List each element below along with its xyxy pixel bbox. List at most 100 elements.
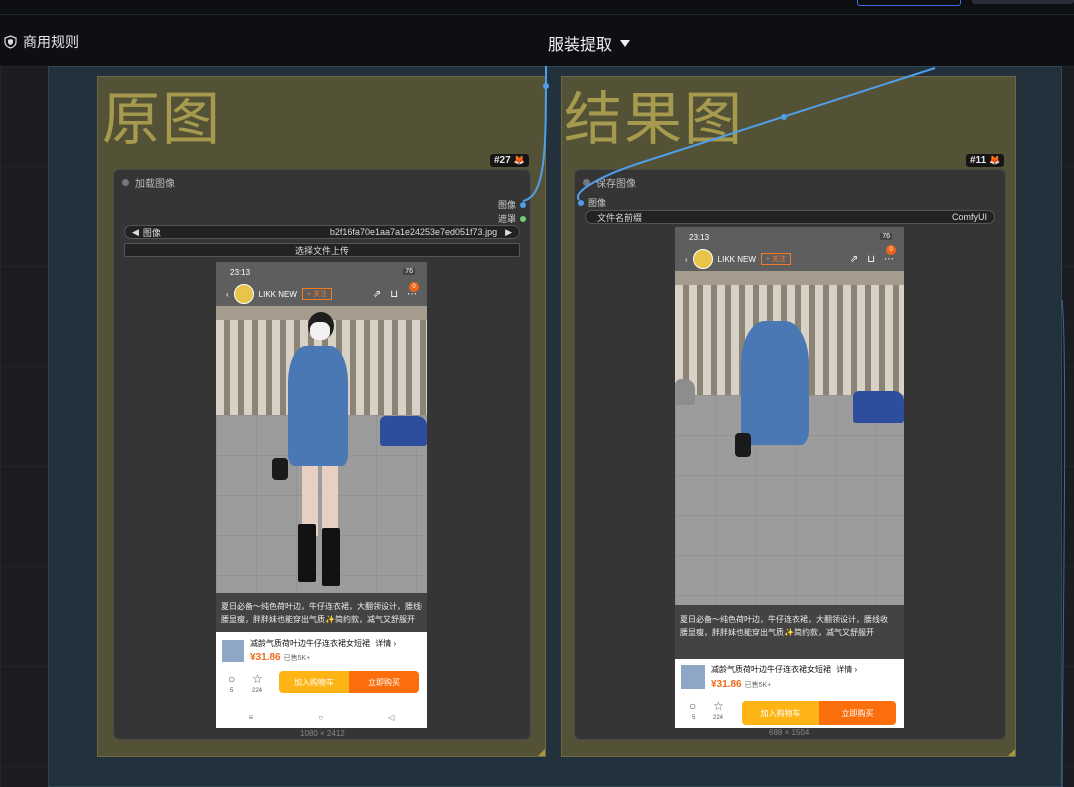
top-filled-button[interactable] xyxy=(972,0,1074,4)
share-icon: ⇗ xyxy=(372,288,382,300)
product-price-row: ¥31.86 已售5K+ xyxy=(711,679,771,690)
top-outline-button[interactable] xyxy=(857,0,961,6)
product-thumbnail xyxy=(222,640,244,662)
product-title-row: 减龄气质荷叶边牛仔连衣裙女短裙 详情 › xyxy=(250,638,396,649)
add-to-cart-button: 加入购物车 xyxy=(742,701,819,725)
node-id-badge: #27 🦊 xyxy=(490,154,529,167)
more-icon: ⋯ xyxy=(884,253,894,265)
product-details: 详情 › xyxy=(375,639,397,648)
phone-app-bar: ‹ LIKK NEW + 关注 ⇗ ⊔ ⋯ xyxy=(226,284,417,304)
cart-icon: ⊔ xyxy=(867,253,875,265)
input-image-port[interactable]: 图像 xyxy=(578,196,606,209)
node-id: #27 xyxy=(494,155,511,166)
output-image-label: 图像 xyxy=(497,200,516,210)
caption-line-2: 腰显瘦，胖胖妹也能穿出气质✨简约款，减气又舒服开 xyxy=(221,615,415,624)
workflow-title: 服装提取 xyxy=(548,37,613,54)
commercial-rules-label: 商用规则 xyxy=(23,34,79,50)
image-widget-label: 图像 xyxy=(142,227,161,238)
shield-icon xyxy=(4,35,17,49)
cart-count-badge: 0 xyxy=(409,282,419,292)
collapse-dot-icon[interactable] xyxy=(122,179,129,186)
product-title: 减龄气质荷叶边牛仔连衣裙女短裙 xyxy=(250,639,370,648)
commercial-rules-link[interactable]: 商用规则 xyxy=(4,32,79,52)
port-dot-icon[interactable] xyxy=(578,199,584,206)
product-title-row: 减龄气质荷叶边牛仔连衣裙女短裙 详情 › xyxy=(711,664,857,675)
phone-battery: 76 xyxy=(403,268,415,275)
filename-prefix-widget[interactable]: 文件名前缀 ComfyUI xyxy=(585,210,995,224)
port-dot-icon[interactable] xyxy=(520,201,526,208)
image-widget-value: b2f16fa70e1aa7a1e24253e7ed051f73.jpg xyxy=(329,227,498,237)
cart-count-badge: 0 xyxy=(886,245,896,255)
prefix-value: ComfyUI xyxy=(951,212,987,222)
fox-icon: 🦊 xyxy=(989,155,1001,165)
follow-button: + 关注 xyxy=(760,253,791,265)
save-image-node[interactable]: 保存图像 图像 文件名前缀 ComfyUI 23:13 76 ‹ LIKK NE… xyxy=(574,169,1006,740)
product-details: 详情 › xyxy=(836,665,858,674)
upload-button[interactable]: 选择文件上传 xyxy=(124,243,520,257)
product-sold: 已售5K+ xyxy=(744,682,772,689)
favorite-count: 224 xyxy=(713,715,724,721)
back-icon: ‹ xyxy=(226,289,229,299)
port-dot-icon[interactable] xyxy=(520,215,526,222)
product-price-row: ¥31.86 已售5K+ xyxy=(250,652,310,663)
comment-count: 5 xyxy=(230,688,234,694)
node-title: 加载图像 xyxy=(135,179,175,190)
phone-time: 23:13 xyxy=(230,268,251,277)
phone-battery: 76 xyxy=(880,233,892,240)
collapse-dot-icon[interactable] xyxy=(583,179,590,186)
post-caption: 夏日必备～纯色荷叶边，牛仔连衣裙，大翻领设计，腰线收 腰显瘦，胖胖妹也能穿出气质… xyxy=(216,593,427,633)
comment-icon: ○ xyxy=(689,699,697,713)
product-sold: 已售5K+ xyxy=(283,655,311,662)
top-bar: 商用规则 服装提取 xyxy=(0,0,1074,67)
caption-line-1: 夏日必备～纯色荷叶边，牛仔连衣裙，大翻领设计，腰线收 xyxy=(680,615,888,624)
load-image-node[interactable]: 加载图像 图像 遮罩 ◀ 图像 b2f16fa70e1aa7a1e24253e7… xyxy=(113,169,531,740)
node-title: 保存图像 xyxy=(596,179,636,190)
node-id: #11 xyxy=(970,155,987,166)
shop-name: LIKK NEW xyxy=(258,289,297,299)
product-card: 减龄气质荷叶边牛仔连衣裙女短裙 详情 › ¥31.86 已售5K+ ○ 5 ☆ 2… xyxy=(675,659,904,728)
back-icon: ‹ xyxy=(685,254,688,264)
preview-image-original: 23:13 76 ‹ LIKK NEW + 关注 ⇗ ⊔ ⋯ 0 夏日必备～纯色荷叶… xyxy=(216,262,427,728)
input-image-label: 图像 xyxy=(588,198,607,208)
favorite-count: 224 xyxy=(252,688,263,694)
product-price: ¥31.86 xyxy=(711,679,742,690)
output-image-port[interactable]: 图像 xyxy=(498,198,526,211)
add-to-cart-button: 加入购物车 xyxy=(279,671,349,693)
group-title-result: 结果图 xyxy=(564,87,745,152)
favorite-icon: ☆ xyxy=(252,672,263,686)
product-price: ¥31.86 xyxy=(250,652,281,663)
product-thumbnail xyxy=(681,665,705,689)
comment-icon: ○ xyxy=(228,672,236,686)
phone-app-bar: ‹ LIKK NEW + 关注 ⇗ ⊔ ⋯ xyxy=(685,249,894,269)
workflow-selector[interactable]: 服装提取 xyxy=(548,31,631,55)
image-combo-widget[interactable]: ◀ 图像 b2f16fa70e1aa7a1e24253e7ed051f73.jp… xyxy=(124,225,520,239)
fox-icon: 🦊 xyxy=(513,155,525,165)
phone-nav-bar: ≡ ○ ◁ xyxy=(216,713,427,722)
shop-avatar xyxy=(233,284,254,304)
phone-time: 23:13 xyxy=(689,233,710,242)
image-dimensions: 1080 × 2412 xyxy=(300,729,345,738)
comment-count: 5 xyxy=(692,715,696,721)
product-title: 减龄气质荷叶边牛仔连衣裙女短裙 xyxy=(711,665,831,674)
buy-now-button: 立即购买 xyxy=(349,671,419,693)
favorite-icon: ☆ xyxy=(713,699,724,713)
preview-image-result: 23:13 76 ‹ LIKK NEW + 关注 ⇗ ⊔ ⋯ 0 夏日必备～纯色荷叶… xyxy=(675,227,904,728)
output-mask-port[interactable]: 遮罩 xyxy=(498,212,526,225)
output-mask-label: 遮罩 xyxy=(497,214,516,224)
combo-right-arrow-icon[interactable]: ▶ xyxy=(505,227,512,238)
caret-down-icon xyxy=(620,39,631,47)
shop-name: LIKK NEW xyxy=(717,254,756,264)
node-header[interactable]: 保存图像 xyxy=(583,175,636,190)
prefix-label: 文件名前缀 xyxy=(597,212,643,223)
resize-handle[interactable] xyxy=(1008,749,1015,756)
shop-avatar xyxy=(692,249,713,269)
group-title-original: 原图 xyxy=(102,87,223,152)
follow-button: + 关注 xyxy=(301,288,332,300)
resize-handle[interactable] xyxy=(538,749,545,756)
cart-icon: ⊔ xyxy=(390,288,398,300)
combo-left-arrow-icon[interactable]: ◀ xyxy=(132,227,139,238)
node-id-badge: #11 🦊 xyxy=(966,154,1005,167)
back-nav-icon: ◁ xyxy=(388,713,395,722)
post-caption: 夏日必备～纯色荷叶边，牛仔连衣裙，大翻领设计，腰线收 腰显瘦，胖胖妹也能穿出气质… xyxy=(675,605,904,659)
node-header[interactable]: 加载图像 xyxy=(122,175,175,190)
